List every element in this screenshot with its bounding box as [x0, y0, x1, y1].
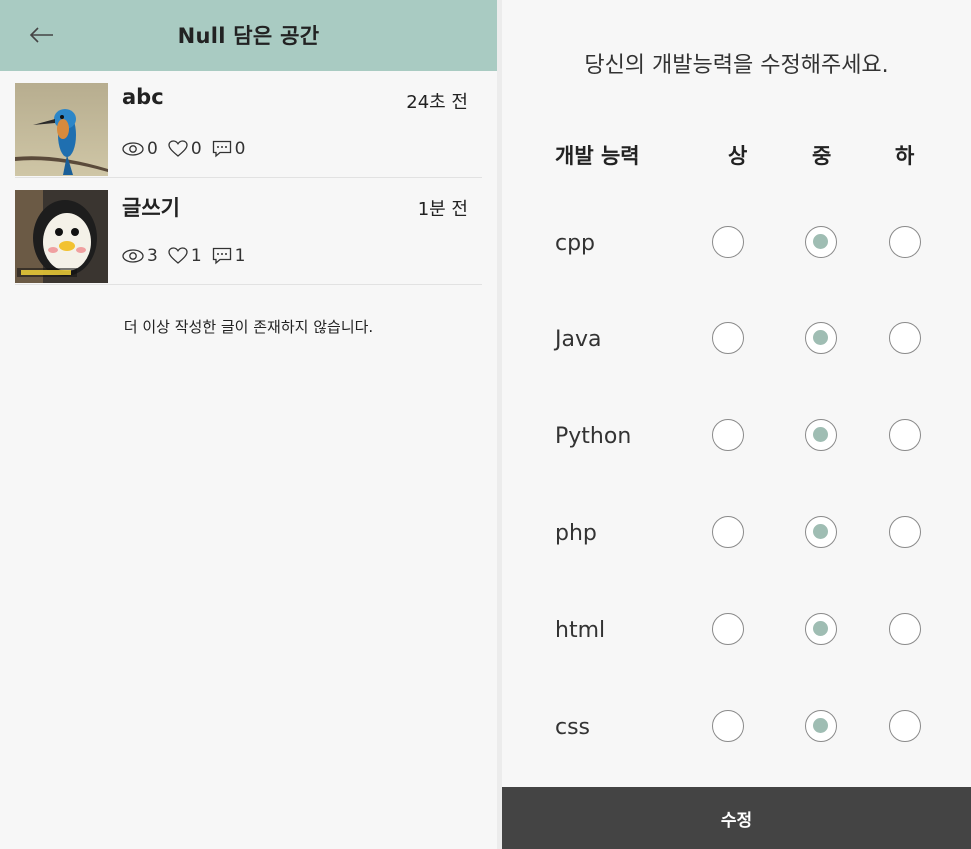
like-count: 1 [168, 246, 202, 266]
radio-html-mid[interactable] [805, 613, 837, 645]
skill-label-html: html [555, 618, 606, 643]
post-stats: 0 0 0 [122, 139, 255, 159]
radio-python-high[interactable] [712, 419, 744, 451]
radio-css-mid[interactable] [805, 710, 837, 742]
header-low: 하 [895, 144, 915, 168]
skill-label-php: php [555, 521, 597, 546]
comment-icon [212, 247, 231, 265]
radio-selected-dot [813, 718, 828, 733]
view-count-value: 0 [147, 139, 158, 159]
radio-python-mid[interactable] [805, 419, 837, 451]
skill-label-css: css [555, 715, 591, 740]
form-prompt: 당신의 개발능력을 수정해주세요. [584, 53, 889, 78]
radio-java-low[interactable] [889, 322, 921, 354]
view-count-value: 3 [147, 246, 158, 266]
top-bar: Null 담은 공간 [0, 0, 497, 71]
radio-css-low[interactable] [889, 710, 921, 742]
post-time: 24초 전 [406, 92, 468, 113]
radio-php-mid[interactable] [805, 516, 837, 548]
radio-cpp-mid[interactable] [805, 226, 837, 258]
post-thumbnail-pengsoo [15, 190, 108, 283]
radio-cpp-high[interactable] [712, 226, 744, 258]
skill-label-cpp: cpp [555, 231, 596, 256]
radio-selected-dot [813, 234, 828, 249]
radio-php-high[interactable] [712, 516, 744, 548]
comment-count: 0 [212, 139, 246, 159]
header-skill: 개발 능력 [555, 144, 640, 168]
radio-java-high[interactable] [712, 322, 744, 354]
skill-label-java: Java [555, 327, 602, 352]
eye-icon [122, 142, 144, 156]
comment-icon [212, 140, 231, 158]
like-count: 0 [168, 139, 202, 159]
comment-count: 1 [212, 246, 246, 266]
end-of-list-message: 더 이상 작성한 글이 존재하지 않습니다. [123, 318, 374, 336]
view-count: 0 [122, 139, 158, 159]
post-time: 1분 전 [417, 199, 468, 220]
post-title: abc [122, 85, 164, 109]
post-stats: 3 1 1 [122, 246, 255, 266]
radio-selected-dot [813, 621, 828, 636]
heart-icon [168, 247, 188, 264]
like-count-value: 0 [190, 139, 202, 159]
comment-count-value: 0 [234, 139, 246, 159]
radio-php-low[interactable] [889, 516, 921, 548]
comment-count-value: 1 [234, 246, 246, 266]
like-count-value: 1 [190, 246, 202, 266]
view-count: 3 [122, 246, 158, 266]
radio-html-high[interactable] [712, 613, 744, 645]
post-thumbnail-kingfisher [15, 83, 108, 176]
post-list-panel: Null 담은 공간 abc 24초 전 0 0 0 글쓰기 1분 전 3 1 … [0, 0, 497, 849]
skill-edit-panel: 당신의 개발능력을 수정해주세요. 개발 능력 상 중 하 cpp Java Pyt… [502, 0, 971, 849]
skill-label-python: Python [555, 424, 632, 449]
radio-python-low[interactable] [889, 419, 921, 451]
radio-selected-dot [813, 427, 828, 442]
radio-selected-dot [813, 330, 828, 345]
header-high: 상 [728, 144, 748, 168]
radio-css-high[interactable] [712, 710, 744, 742]
post-item[interactable]: abc 24초 전 0 0 0 [15, 71, 482, 178]
page-title: Null 담은 공간 [177, 24, 320, 48]
radio-html-low[interactable] [889, 613, 921, 645]
eye-icon [122, 249, 144, 263]
radio-selected-dot [813, 524, 828, 539]
post-item[interactable]: 글쓰기 1분 전 3 1 1 [15, 178, 482, 285]
submit-button[interactable]: 수정 [502, 787, 971, 849]
radio-cpp-low[interactable] [889, 226, 921, 258]
heart-icon [168, 140, 188, 157]
post-title: 글쓰기 [122, 196, 180, 220]
radio-java-mid[interactable] [805, 322, 837, 354]
header-mid: 중 [812, 144, 832, 168]
